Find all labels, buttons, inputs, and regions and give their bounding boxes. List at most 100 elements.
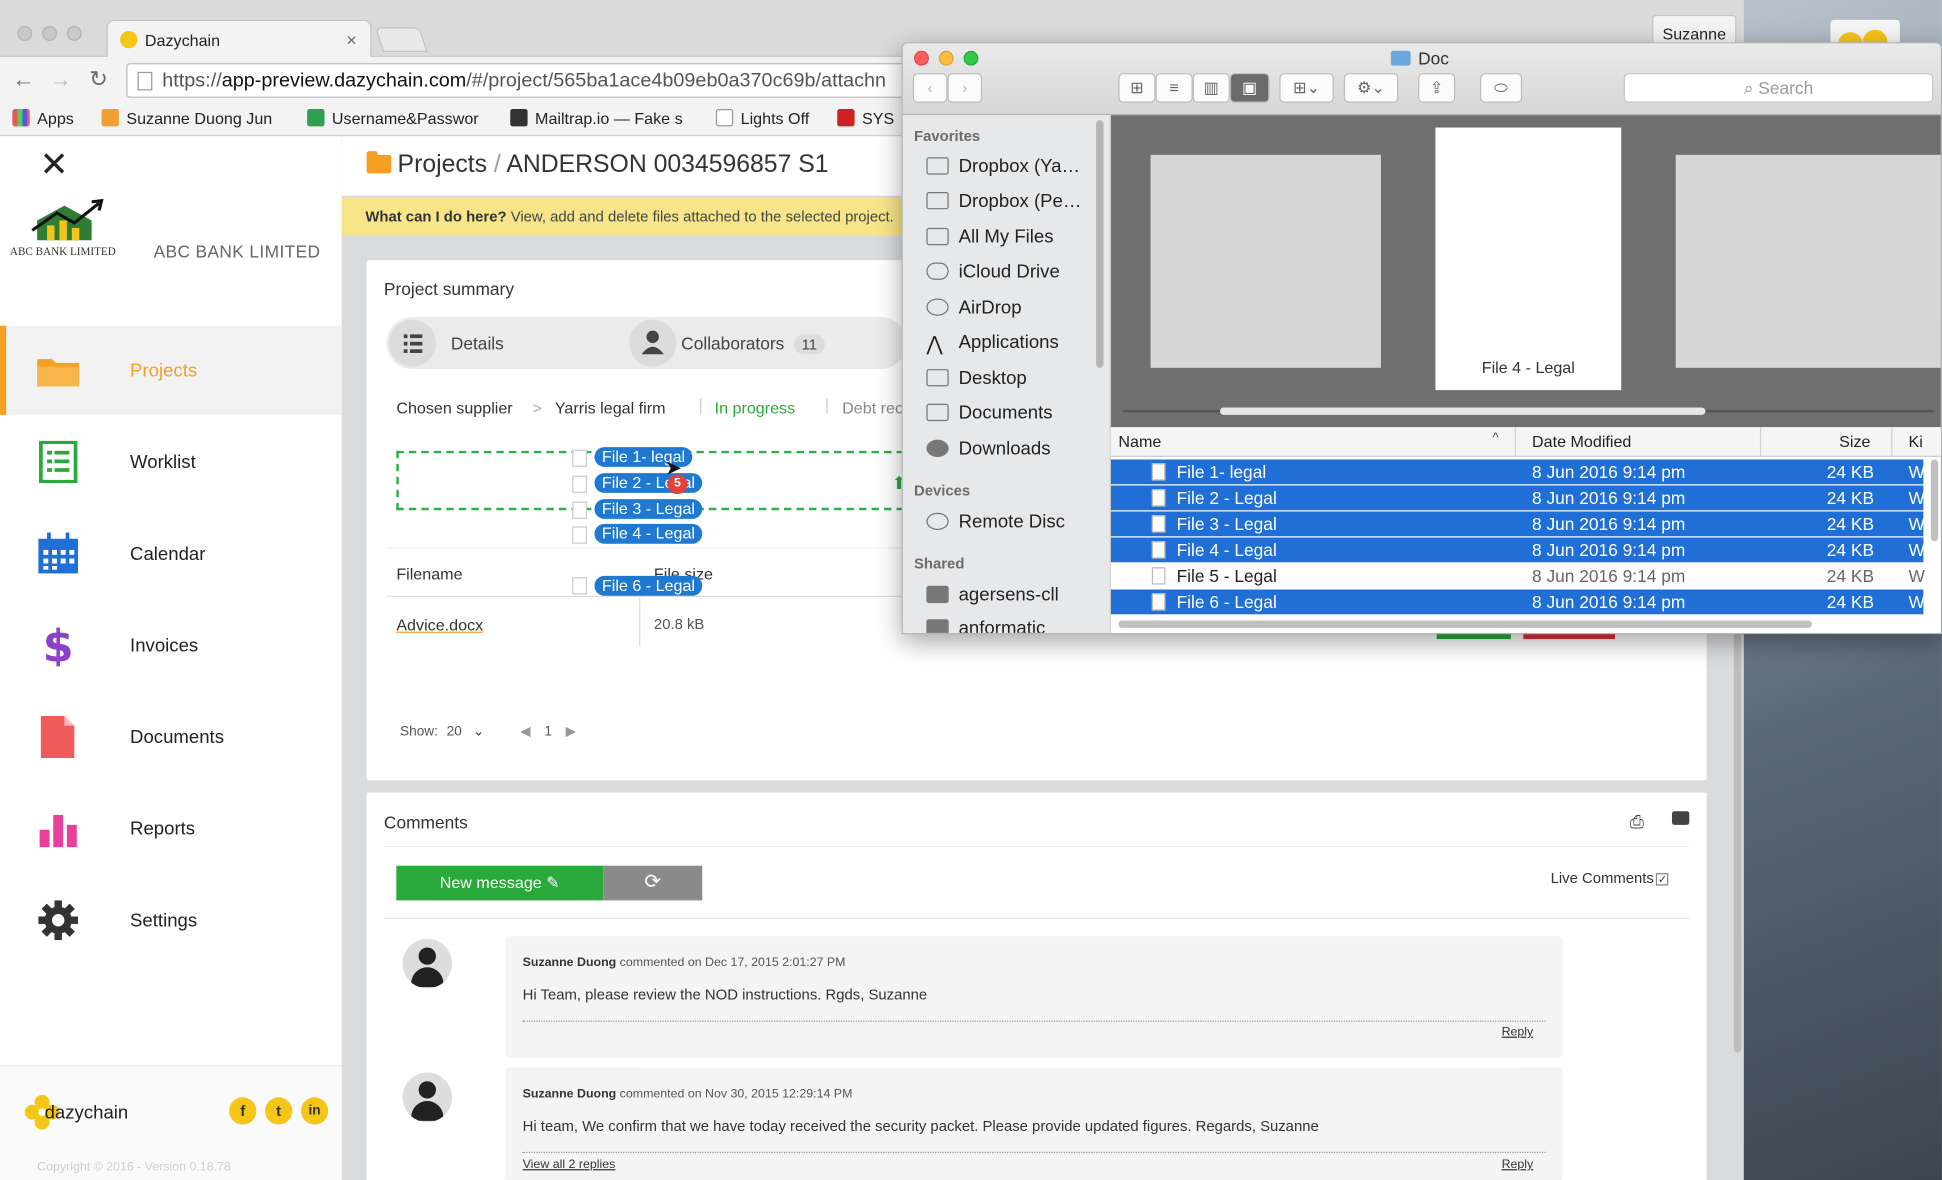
sidebar-item-invoices[interactable]: $ Invoices	[0, 601, 342, 690]
window-close-dot[interactable]	[17, 26, 33, 41]
cover-flow-button[interactable]: ▣	[1229, 73, 1270, 103]
file-list-vscroll[interactable]	[1930, 459, 1939, 542]
sidebar-item-all-my-files[interactable]: All My Files	[926, 227, 1054, 248]
bookmark-username[interactable]: Username&Passwor	[307, 108, 479, 128]
col-name[interactable]: Name	[1118, 432, 1161, 451]
list-view-button[interactable]: ≡	[1155, 73, 1193, 103]
finder-search-input[interactable]: ⌕ Search	[1623, 73, 1934, 103]
file-row[interactable]: File 1- legal 8 Jun 2016 9:14 pm 24 KB W	[1110, 459, 1925, 485]
bookmark-suzanne[interactable]: Suzanne Duong Jun	[101, 108, 272, 128]
reply-link[interactable]: Reply	[1502, 1158, 1534, 1172]
computer-icon	[926, 585, 949, 604]
view-replies-link[interactable]: View all 2 replies	[523, 1158, 616, 1172]
breadcrumb-projects[interactable]: Projects	[398, 151, 487, 178]
col-kind[interactable]: Ki	[1909, 432, 1923, 451]
window-zoom-dot[interactable]	[66, 26, 82, 41]
finder-minimize-button[interactable]	[938, 50, 954, 66]
sidebar-item-calendar[interactable]: Calendar	[0, 509, 342, 598]
file-row[interactable]: File 2 - Legal 8 Jun 2016 9:14 pm 24 KB W	[1110, 485, 1925, 511]
cover-flow-scroll-thumb[interactable]	[1219, 407, 1706, 415]
sidebar-scrollbar[interactable]	[1096, 120, 1104, 368]
file-row[interactable]: File 5 - Legal 8 Jun 2016 9:14 pm 24 KB W	[1111, 564, 1925, 589]
status-badge: In progress	[714, 398, 796, 418]
applications-icon: ⋀	[926, 334, 943, 356]
pagination: ◀ 1 ▶	[520, 724, 577, 740]
window-minimize-dot[interactable]	[42, 26, 57, 41]
sidebar-item-agersens[interactable]: agersens-cll	[926, 585, 1059, 606]
file-list-header: Name ^ Date Modified Size Ki	[1110, 427, 1941, 458]
file-row[interactable]: File 4 - Legal 8 Jun 2016 9:14 pm 24 KB W	[1110, 537, 1925, 563]
sidebar-item-settings[interactable]: Settings	[0, 876, 342, 965]
back-arrow-icon[interactable]: ←	[12, 67, 34, 93]
new-message-button[interactable]: New message ✎	[396, 865, 604, 901]
sidebar-item-dropbox-pe[interactable]: Dropbox (Pe…	[926, 191, 1081, 212]
finder-close-button[interactable]	[914, 50, 929, 66]
prev-page-icon[interactable]: ◀	[520, 725, 530, 740]
facebook-icon[interactable]: f	[229, 1097, 257, 1125]
browser-tab[interactable]: Dazychain ×	[106, 19, 372, 57]
cover-flow-item[interactable]	[1150, 154, 1381, 368]
linkedin-icon[interactable]: in	[300, 1097, 329, 1125]
file-row[interactable]: File 6 - Legal 8 Jun 2016 9:14 pm 24 KB W	[1110, 589, 1925, 615]
bookmark-apps[interactable]: Apps	[12, 108, 74, 128]
footer-brand: dazychain	[44, 1102, 129, 1124]
folder-icon	[1390, 50, 1411, 66]
close-icon[interactable]: ✕	[40, 147, 69, 182]
col-date-modified[interactable]: Date Modified	[1532, 432, 1631, 451]
file-link[interactable]: Advice.docx	[396, 616, 483, 635]
sidebar-item-icloud[interactable]: iCloud Drive	[926, 261, 1060, 282]
col-size[interactable]: Size	[1839, 432, 1870, 451]
sidebar-item-airdrop[interactable]: AirDrop	[926, 297, 1022, 318]
camera-icon[interactable]	[1671, 811, 1690, 825]
sidebar-item-dropbox-ya[interactable]: Dropbox (Ya…	[926, 156, 1080, 177]
bookmark-lights-off[interactable]: Lights Off	[715, 108, 809, 128]
collaborators-badge: 11	[794, 334, 825, 355]
finder-forward-button[interactable]: ›	[947, 73, 983, 103]
action-gear-button[interactable]: ⚙⌄	[1343, 73, 1399, 103]
sidebar-item-applications[interactable]: ⋀ Applications	[926, 332, 1058, 356]
cover-flow-current[interactable]: File 4 - Legal	[1435, 127, 1622, 391]
file-row[interactable]: File 3 - Legal 8 Jun 2016 9:14 pm 24 KB W	[1110, 511, 1925, 537]
sidebar-item-desktop[interactable]: Desktop	[926, 368, 1027, 389]
finder-zoom-button[interactable]	[963, 50, 979, 66]
twitter-icon[interactable]: t	[265, 1097, 293, 1125]
sidebar-item-reports[interactable]: Reports	[0, 784, 342, 873]
bookmark-sys[interactable]: SYS	[837, 108, 894, 128]
sidebar-item-remote-disc[interactable]: Remote Disc	[926, 512, 1065, 533]
reply-link[interactable]: Reply	[1502, 1025, 1534, 1039]
column-view-button[interactable]: ▥	[1192, 73, 1230, 103]
page-size-select[interactable]: Show: 20 ⌄	[400, 723, 484, 740]
forward-arrow-icon[interactable]: →	[50, 67, 72, 93]
folder-icon	[366, 151, 392, 174]
address-bar[interactable]: https://app-preview.dazychain.com/#/proj…	[126, 63, 919, 98]
print-icon[interactable]: ⎙	[1630, 811, 1644, 832]
tab-close-icon[interactable]: ×	[347, 30, 357, 50]
next-page-icon[interactable]: ▶	[566, 725, 576, 740]
sidebar-item-downloads[interactable]: Downloads	[926, 438, 1051, 459]
document-icon	[926, 403, 949, 422]
finder-window: Doc ‹ › ⊞ ≡ ▥ ▣ ⊞⌄ ⚙⌄ ⇪ ⬭ ⌕ Search Favor…	[901, 42, 1942, 635]
cover-flow-item[interactable]	[1675, 154, 1941, 368]
sidebar-item-documents[interactable]: Documents	[0, 692, 342, 781]
download-icon	[926, 439, 949, 458]
sidebar-item-worklist[interactable]: Worklist	[0, 417, 342, 506]
live-comments-toggle[interactable]: Live Comments ✓	[1551, 869, 1669, 887]
new-tab-button[interactable]	[374, 27, 428, 53]
sidebar-item-anformatic[interactable]: anformatic	[926, 618, 1045, 633]
bookmark-mailtrap[interactable]: Mailtrap.io — Fake s	[510, 108, 683, 128]
sort-arrow-icon: ^	[1492, 430, 1499, 446]
reload-icon[interactable]: ↻	[89, 67, 108, 93]
icon-view-button[interactable]: ⊞	[1118, 73, 1156, 103]
sidebar-item-documents[interactable]: Documents	[926, 403, 1053, 424]
share-button[interactable]: ⇪	[1418, 73, 1456, 103]
arrange-button[interactable]: ⊞⌄	[1279, 73, 1334, 103]
file-list-hscroll[interactable]	[1118, 620, 1812, 628]
drag-file-label: File 4 - Legal	[594, 523, 703, 544]
finder-back-button[interactable]: ‹	[912, 73, 948, 103]
tab-collaborators[interactable]: Collaborators 11	[681, 333, 825, 355]
refresh-comments-button[interactable]: ⟳	[603, 865, 703, 901]
page-icon	[137, 71, 153, 91]
sidebar-item-projects[interactable]: Projects	[0, 325, 342, 415]
tag-button[interactable]: ⬭	[1480, 73, 1523, 103]
tab-details[interactable]: Details	[451, 333, 504, 353]
